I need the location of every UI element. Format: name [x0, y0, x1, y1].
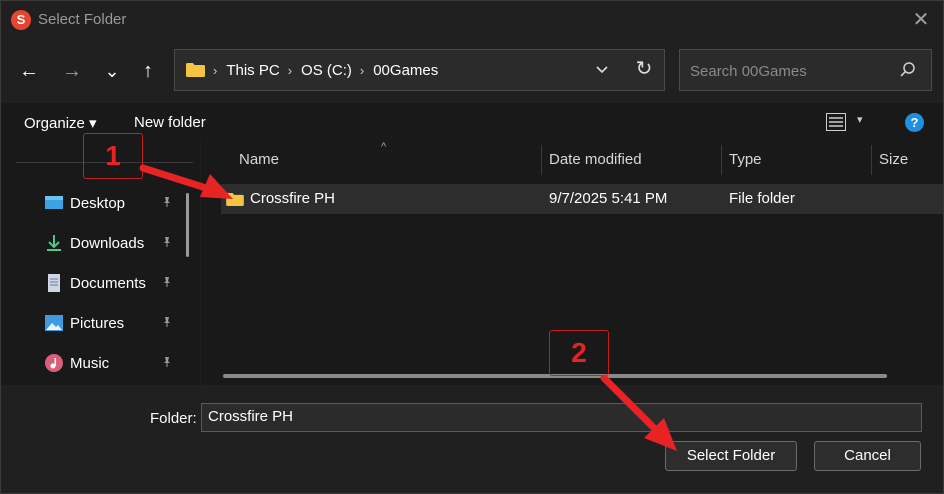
documents-icon: [48, 274, 60, 292]
up-button[interactable]: ↑: [135, 58, 161, 84]
forward-button[interactable]: →: [59, 58, 85, 84]
search-input[interactable]: [688, 60, 892, 82]
recent-locations-button[interactable]: ⌄: [99, 58, 125, 84]
row-date-modified: 9/7/2025 5:41 PM: [549, 190, 668, 207]
cancel-button[interactable]: Cancel: [814, 441, 921, 471]
breadcrumb: › This PC › OS (C:) › 00Games: [213, 62, 438, 79]
details-view-icon[interactable]: [826, 113, 846, 131]
pin-icon[interactable]: [161, 316, 173, 331]
downloads-icon: [47, 235, 61, 251]
row-name: Crossfire PH: [250, 190, 336, 207]
desktop-icon: [45, 196, 63, 209]
sidebar-item-label: Music: [70, 354, 110, 372]
annotation-step-2: 2: [549, 330, 609, 376]
app-logo-icon: S: [11, 10, 31, 30]
window-title: Select Folder: [38, 11, 127, 28]
select-folder-dialog: S Select Folder ✕ ← → ⌄ ↑ › This PC › OS…: [0, 0, 944, 494]
folder-label: Folder:: [150, 410, 197, 427]
column-divider[interactable]: [541, 145, 542, 175]
folder-name-input[interactable]: Crossfire PH: [201, 403, 922, 432]
title-bar: S Select Folder ✕: [1, 1, 943, 39]
refresh-icon[interactable]: ↻: [631, 56, 657, 82]
table-row[interactable]: Crossfire PH 9/7/2025 5:41 PM File folde…: [221, 184, 943, 214]
search-icon[interactable]: [899, 61, 917, 79]
chevron-down-icon[interactable]: [590, 58, 614, 82]
folder-icon: [226, 193, 244, 206]
new-folder-button[interactable]: New folder: [134, 114, 206, 131]
view-options-dropdown[interactable]: ▾: [857, 113, 863, 126]
pin-icon[interactable]: [161, 196, 173, 211]
column-divider[interactable]: [721, 145, 722, 175]
pin-icon[interactable]: [161, 276, 173, 291]
sidebar-item-label: Desktop: [70, 194, 126, 212]
breadcrumb-00games[interactable]: 00Games: [373, 62, 438, 79]
breadcrumb-this-pc[interactable]: This PC: [226, 62, 279, 79]
dialog-footer: Folder: Crossfire PH Select Folder Cance…: [1, 385, 943, 493]
column-header-name[interactable]: Name: [239, 151, 279, 168]
breadcrumb-separator-icon: ›: [213, 63, 218, 78]
back-button[interactable]: ←: [16, 58, 42, 84]
nav-scrollbar[interactable]: [186, 193, 189, 257]
pin-icon[interactable]: [161, 356, 173, 371]
column-divider[interactable]: [871, 145, 872, 175]
select-folder-button[interactable]: Select Folder: [665, 441, 797, 471]
column-header-date-modified[interactable]: Date modified: [549, 151, 642, 168]
breadcrumb-os-c[interactable]: OS (C:): [301, 62, 352, 79]
music-icon: [45, 354, 63, 372]
pin-icon[interactable]: [161, 236, 173, 251]
sort-ascending-icon: ^: [381, 141, 387, 153]
sidebar-item-label: Pictures: [70, 314, 125, 332]
column-header-size[interactable]: Size: [879, 151, 908, 168]
breadcrumb-separator-icon[interactable]: ›: [288, 63, 292, 78]
help-icon[interactable]: ?: [905, 113, 924, 132]
sidebar-item-label: Downloads: [70, 234, 145, 252]
search-box[interactable]: [679, 49, 932, 91]
breadcrumb-separator-icon[interactable]: ›: [360, 63, 364, 78]
sidebar-item-label: Documents: [70, 274, 146, 292]
annotation-step-1: 1: [83, 133, 143, 179]
pictures-icon: [45, 315, 63, 331]
organize-button[interactable]: Organize ▾: [24, 114, 97, 132]
column-header-type[interactable]: Type: [729, 151, 762, 168]
close-icon[interactable]: ✕: [909, 8, 933, 32]
address-bar[interactable]: › This PC › OS (C:) › 00Games ↻: [174, 49, 665, 91]
row-type: File folder: [729, 190, 795, 207]
folder-icon: [186, 63, 205, 77]
